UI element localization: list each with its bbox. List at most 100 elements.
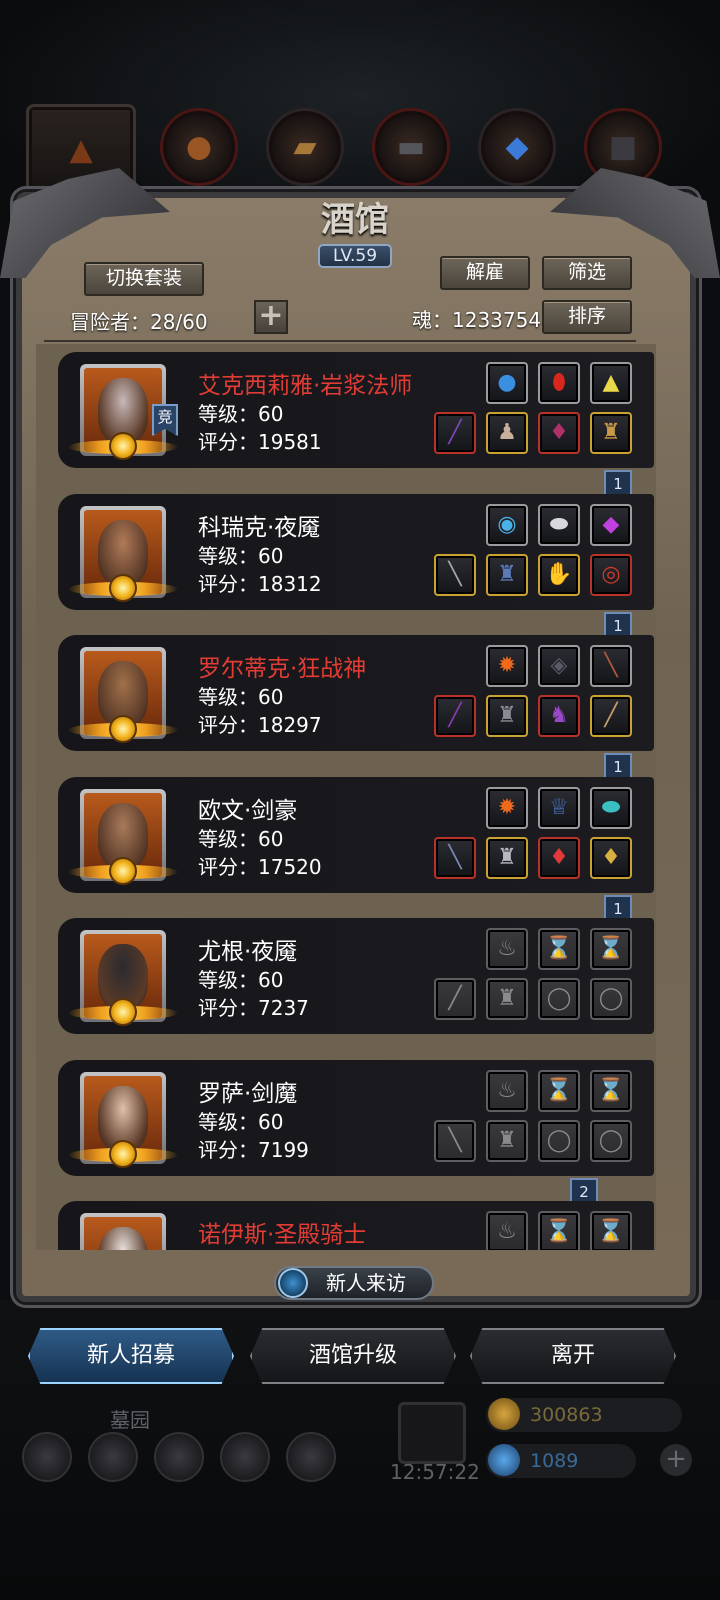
equipment-slot[interactable]: ♜ (486, 695, 528, 737)
wood-slot[interactable]: ▰ (266, 108, 344, 186)
switch-outfit-button[interactable]: 切换套装 (84, 262, 204, 296)
empty-flame-icon: ♨ (497, 936, 517, 961)
menu-circle-3[interactable] (154, 1432, 204, 1482)
gift-icon[interactable] (398, 1402, 466, 1464)
equipment-slot[interactable]: ♨ (486, 928, 528, 970)
equipment-slot[interactable]: ♨ (486, 1211, 528, 1250)
gold-coin-icon (488, 1398, 520, 1430)
dagger-icon: ╲ (448, 561, 462, 587)
sort-button[interactable]: 排序 (542, 300, 632, 334)
equipment-slot[interactable]: ♦ (590, 836, 632, 879)
iron-icon: ▬ (396, 129, 426, 165)
add-gems-button[interactable]: + (660, 1444, 692, 1476)
equipment-slot[interactable]: ● (486, 362, 528, 404)
equipment-slot[interactable]: ◎ (590, 553, 632, 596)
equipment-slot[interactable]: ♦ (538, 836, 580, 879)
hero-name: 科瑞克·夜魇 (198, 514, 321, 541)
equipment-slot[interactable]: ♞ (538, 695, 580, 737)
prism-crystal-icon: ▲ (602, 370, 620, 395)
equipment-slot[interactable]: ⌛ (538, 1069, 580, 1112)
equipment-slot[interactable]: ⬬ (590, 786, 632, 829)
bone-club-icon: ╱ (604, 703, 618, 728)
equipment-slot[interactable]: ♦ (538, 412, 580, 454)
equipment-slot[interactable]: ♕ (538, 786, 580, 829)
hero-portrait[interactable] (80, 1213, 166, 1250)
empty-ring-icon: ◯ (546, 1127, 572, 1153)
hero-card[interactable]: 科瑞克·夜魇 等级：60 评分：18312 ◉ ⬬ ◆ ╲ ♜ ✋ ◎ (58, 493, 654, 610)
filter-button[interactable]: 筛选 (542, 256, 632, 290)
dismiss-button[interactable]: 解雇 (440, 256, 530, 290)
menu-circle-5[interactable] (286, 1432, 336, 1482)
portrait-frame (84, 1217, 162, 1250)
iron-slot[interactable]: ▬ (372, 108, 450, 186)
countdown-timer: 12:57:22 (390, 1460, 480, 1484)
equipment-slot[interactable]: ◯ (590, 1119, 632, 1162)
equipment-slot[interactable]: ╱ (434, 978, 476, 1020)
equipment-slot[interactable]: ♟ (486, 412, 528, 454)
equipment-slot[interactable]: ⌛ (590, 928, 632, 970)
menu-circle-2[interactable] (88, 1432, 138, 1482)
equipment-slot[interactable]: ♜ (590, 412, 632, 454)
equipment-slot[interactable]: ◯ (590, 978, 632, 1020)
equipment-slot[interactable]: ✹ (486, 786, 528, 829)
empty-flame-icon: ♨ (497, 1077, 517, 1103)
hero-card[interactable]: 欧文·剑豪 等级：60 评分：17520 ✹ ♕ ⬬ ╲ ♜ ♦ ♦ (58, 776, 654, 893)
hero-card[interactable]: 罗尔蒂克·狂战神 等级：60 评分：18297 ✹ ◈ ╲ ╱ ♜ ♞ ╱ (58, 635, 654, 751)
hero-card[interactable]: 尤根·夜魇 等级：60 评分：7237 ♨ ⌛ ⌛ ╱ ♜ ◯ ◯ (58, 918, 654, 1034)
equipment-slot[interactable]: ⬬ (538, 503, 580, 546)
add-adventurer-slot-button[interactable]: + (254, 300, 288, 334)
amulet-icon: ♦ (549, 420, 569, 445)
equipment-slot[interactable]: ╲ (434, 836, 476, 879)
red-charm-icon: ♦ (549, 844, 569, 870)
equipment-slot[interactable]: ♜ (486, 836, 528, 879)
equipment-slot[interactable]: ▲ (590, 362, 632, 404)
hero-name: 罗萨·剑魔 (198, 1080, 298, 1107)
equipment-slot[interactable]: ╲ (590, 645, 632, 687)
equipment-slot[interactable]: ◆ (590, 503, 632, 546)
armor-icon: ♜ (601, 420, 621, 445)
empty-ring-icon: ◯ (546, 986, 572, 1011)
equipment-slot[interactable]: ⬮ (538, 362, 580, 404)
equipment-slot[interactable]: ✋ (538, 553, 580, 596)
equipment-slot[interactable]: ╲ (434, 1119, 476, 1162)
robe-icon: ♟ (497, 420, 517, 445)
equipment-slot[interactable]: ♜ (486, 1119, 528, 1162)
menu-circle-1[interactable] (22, 1432, 72, 1482)
hero-card[interactable]: 艾克西莉雅·岩浆法师 等级：60 评分：19581 ● ⬮ ▲ ╱ ♟ ♦ ♜ (58, 352, 654, 468)
pearl-icon: ⬬ (549, 511, 569, 537)
hero-level: 等级：60 (198, 968, 284, 992)
equipment-slot[interactable]: ◯ (538, 1119, 580, 1162)
gem-icon (488, 1444, 520, 1476)
chalice-icon: ♕ (549, 794, 569, 820)
equipment-slot[interactable]: ⌛ (590, 1211, 632, 1250)
leather-slot[interactable]: ● (160, 108, 238, 186)
equipment-slot[interactable]: ◈ (538, 645, 580, 687)
leave-button[interactable]: 离开 (470, 1328, 676, 1384)
equipment-slot[interactable]: ✹ (486, 645, 528, 687)
equipment-slot[interactable]: ◉ (486, 503, 528, 546)
hero-card[interactable]: 诺伊斯·圣殿骑士 ♨ ⌛ ⌛ (58, 1201, 654, 1250)
equipment-slot[interactable]: ♨ (486, 1069, 528, 1112)
tavern-upgrade-button[interactable]: 酒馆升级 (250, 1328, 456, 1384)
horned-helm-icon: ♞ (549, 703, 569, 728)
recruit-button[interactable]: 新人招募 (28, 1328, 234, 1384)
equipment-slot[interactable]: ╱ (434, 412, 476, 454)
hero-list[interactable]: 艾克西莉雅·岩浆法师 等级：60 评分：19581 ● ⬮ ▲ ╱ ♟ ♦ ♜ 1 科瑞克·夜魇 等级：… (36, 344, 656, 1250)
menu-circle-4[interactable] (220, 1432, 270, 1482)
crystal-icon: ◆ (505, 129, 529, 165)
equipment-slot[interactable]: ╱ (434, 695, 476, 737)
equipment-slot[interactable]: ♜ (486, 978, 528, 1020)
equipment-slot[interactable]: ♜ (486, 553, 528, 596)
hero-score: 评分：18297 (198, 713, 322, 737)
equipment-slot[interactable]: ╲ (434, 553, 476, 596)
hero-card[interactable]: 罗萨·剑魔 等级：60 评分：7199 ♨ ⌛ ⌛ ╲ ♜ ◯ ◯ (58, 1059, 654, 1176)
ring-icon: ◎ (601, 561, 621, 587)
equipment-slot[interactable]: ⌛ (538, 1211, 580, 1250)
equipment-slot[interactable]: ⌛ (590, 1069, 632, 1112)
new-visitor-button[interactable]: 新人来访 (274, 1266, 434, 1300)
crystal-slot[interactable]: ◆ (478, 108, 556, 186)
equipment-slot[interactable]: ╱ (590, 695, 632, 737)
equipment-slot[interactable]: ⌛ (538, 928, 580, 970)
equipment-slot[interactable]: ◯ (538, 978, 580, 1020)
chestplate-icon: ♜ (497, 561, 517, 587)
